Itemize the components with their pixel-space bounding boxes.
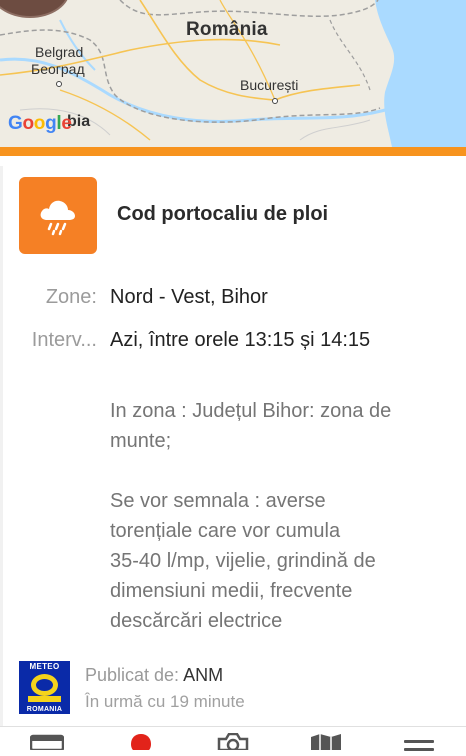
nav-menu-button[interactable] bbox=[404, 740, 434, 756]
google-logo: Google bbox=[8, 113, 72, 134]
camera-icon bbox=[217, 732, 249, 752]
alert-details-line: dimensiuni medii, frecvente bbox=[110, 580, 353, 602]
alert-details: Se vor semnala : averse torențiale care … bbox=[110, 486, 440, 636]
zone-value: Nord - Vest, Bihor bbox=[110, 286, 268, 308]
bottom-nav-divider bbox=[0, 726, 466, 727]
logo-bar bbox=[28, 696, 61, 702]
rain-cloud-icon bbox=[40, 200, 75, 236]
card-edge bbox=[0, 166, 3, 726]
publisher-line: Publicat de: ANM bbox=[85, 665, 223, 686]
nav-map-button[interactable] bbox=[309, 733, 343, 755]
alert-details-line: 35-40 l/mp, vijelie, grindină de bbox=[110, 550, 376, 572]
zone-label: Zone: bbox=[45, 286, 97, 308]
map-label-country: România bbox=[186, 19, 268, 40]
logo-text-top: METEO bbox=[29, 662, 60, 671]
nav-location-button[interactable] bbox=[130, 733, 152, 755]
map-icon bbox=[311, 734, 341, 750]
map-view[interactable]: România Belgrad Београд București bia Go… bbox=[0, 0, 466, 147]
publisher-prefix: Publicat de: bbox=[85, 665, 180, 685]
alert-details-line: torențiale care vor cumula bbox=[110, 520, 341, 542]
nav-camera-button[interactable] bbox=[216, 732, 250, 755]
alert-details-line: Se vor semnala : averse bbox=[110, 490, 326, 512]
city-marker-bucuresti bbox=[272, 98, 278, 104]
zone-description-line: In zona : Județul Bihor: zona de bbox=[110, 400, 392, 422]
map-label-belgrad: Belgrad bbox=[35, 44, 84, 60]
zone-description-line: munte; bbox=[110, 430, 172, 452]
publisher-name: ANM bbox=[183, 665, 224, 685]
meteo-romania-logo: METEO ROMANIA bbox=[19, 661, 70, 714]
alert-level-badge bbox=[19, 177, 97, 254]
interval-value: Azi, între orele 13:15 și 14:15 bbox=[110, 329, 371, 351]
map-label-beograd: Београд bbox=[31, 61, 85, 77]
alert-level-bar bbox=[0, 147, 466, 156]
logo-ring bbox=[31, 674, 58, 696]
city-marker-belgrad bbox=[56, 81, 62, 87]
menu-icon bbox=[404, 740, 434, 743]
interval-label: Interv... bbox=[31, 329, 97, 351]
map-label-bucuresti: București bbox=[240, 77, 299, 93]
logo-text-bottom: ROMANIA bbox=[26, 706, 63, 713]
alert-title: Cod portocaliu de ploi bbox=[117, 203, 329, 225]
zone-description: In zona : Județul Bihor: zona de munte; bbox=[110, 396, 440, 456]
nav-news-button[interactable] bbox=[29, 733, 65, 755]
publish-time: În urmă cu 19 minute bbox=[85, 692, 245, 711]
news-icon bbox=[29, 734, 65, 752]
alert-details-line: descărcări electrice bbox=[110, 610, 283, 632]
location-pin-icon bbox=[131, 734, 151, 750]
